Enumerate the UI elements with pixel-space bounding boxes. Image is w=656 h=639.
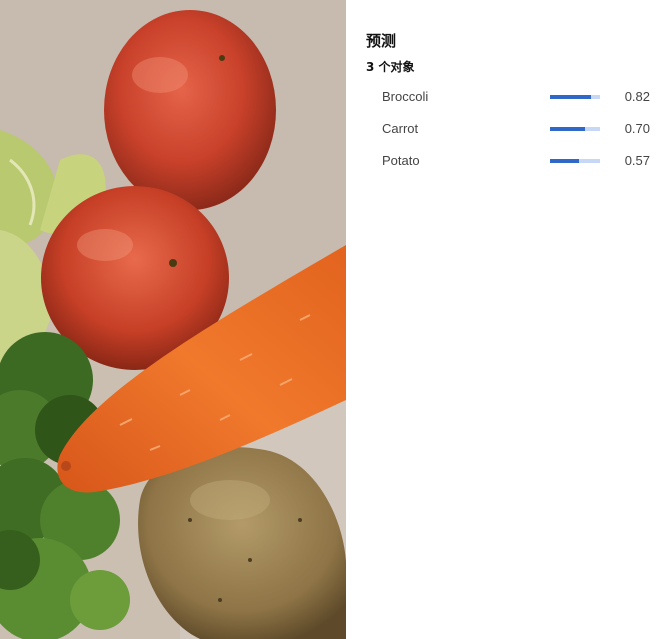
vegetable-photo-svg <box>0 0 346 639</box>
prediction-score: 0.82 <box>624 89 650 104</box>
confidence-bar-fill <box>550 127 585 131</box>
predictions-title: 预测 <box>366 32 397 50</box>
prediction-score: 0.57 <box>624 153 650 168</box>
prediction-score: 0.70 <box>624 121 650 136</box>
confidence-bar <box>550 159 600 163</box>
vegetable-photo <box>0 0 346 639</box>
predictions-panel: 预测 3 个对象 Broccoli 0.82 Carrot 0.70 Potat… <box>346 0 656 639</box>
prediction-label: Carrot <box>382 121 419 136</box>
prediction-row-potato[interactable]: Potato 0.57 <box>382 151 650 171</box>
confidence-bar-fill <box>550 159 579 163</box>
prediction-label: Broccoli <box>382 89 429 104</box>
tomato-icon <box>104 10 276 210</box>
object-count: 3 个对象 <box>366 60 415 74</box>
prediction-row-broccoli[interactable]: Broccoli 0.82 <box>382 87 650 107</box>
prediction-label: Potato <box>382 153 420 168</box>
confidence-bar-fill <box>550 95 591 99</box>
confidence-bar <box>550 127 600 131</box>
confidence-bar <box>550 95 600 99</box>
prediction-row-carrot[interactable]: Carrot 0.70 <box>382 119 650 139</box>
